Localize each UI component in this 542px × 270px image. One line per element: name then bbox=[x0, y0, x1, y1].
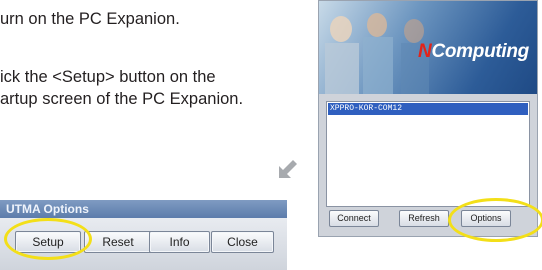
setup-highlight-ring bbox=[4, 218, 92, 260]
close-button[interactable]: Close bbox=[211, 231, 274, 253]
instruction-line-3: artup screen of the PC Expanion. bbox=[0, 90, 244, 108]
info-button[interactable]: Info bbox=[149, 231, 210, 253]
ncomputing-logo: NComputing bbox=[418, 41, 529, 62]
instruction-line-1: urn on the PC Expanion. bbox=[0, 10, 180, 28]
dialog-title: UTMA Options bbox=[0, 200, 287, 218]
server-list[interactable]: XPPRO-KOR-COM12 bbox=[326, 101, 530, 207]
banner-photo: NComputing bbox=[319, 1, 537, 94]
refresh-button[interactable]: Refresh bbox=[399, 210, 449, 227]
arrow-down-left-icon bbox=[279, 160, 297, 178]
connect-button[interactable]: Connect bbox=[329, 210, 379, 227]
options-highlight-ring bbox=[448, 198, 542, 242]
reset-button[interactable]: Reset bbox=[84, 231, 152, 253]
list-item[interactable]: XPPRO-KOR-COM12 bbox=[328, 103, 528, 115]
instruction-line-2: ick the <Setup> button on the bbox=[0, 68, 216, 86]
